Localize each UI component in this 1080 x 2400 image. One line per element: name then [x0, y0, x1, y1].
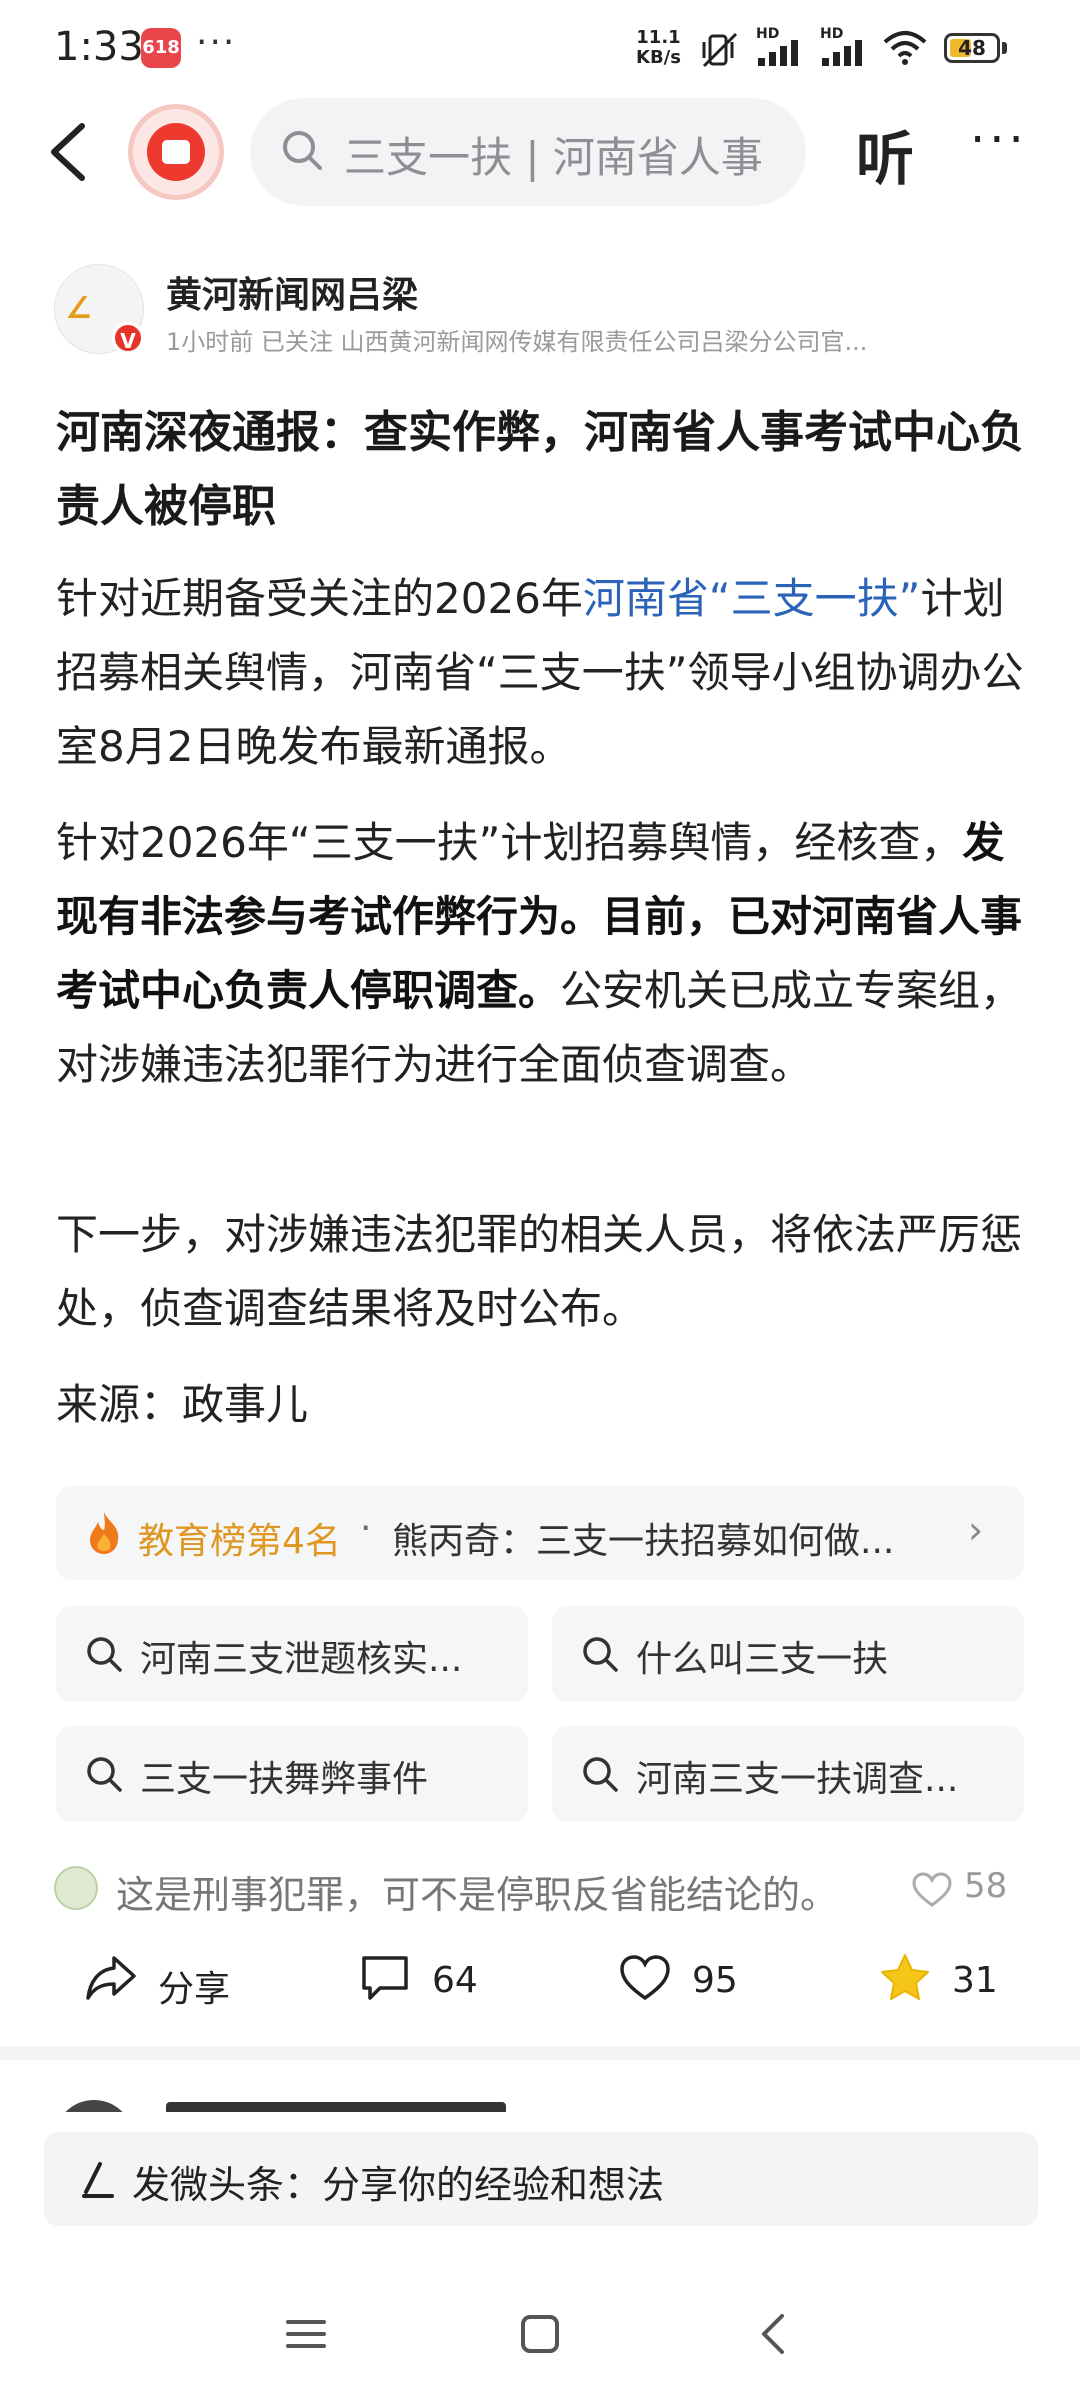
search-icon — [583, 1757, 618, 1792]
menu-icon[interactable] — [282, 2310, 330, 2358]
author-name[interactable]: 黄河新闻网吕梁 — [166, 266, 418, 318]
cellular-signal-icon — [758, 40, 798, 66]
author-meta: 1小时前 已关注 山西黄河新闻网传媒有限责任公司吕梁分公司官... — [166, 328, 868, 356]
like-button[interactable]: 95 — [618, 1952, 738, 2012]
pen-icon — [82, 2162, 114, 2198]
network-speed-unit: KB/s — [636, 47, 681, 68]
article-source: 来源：政事儿 — [56, 1380, 309, 1429]
shopping-app-notification-icon: 618 — [141, 28, 181, 68]
related-search-text: 河南三支一扶调查... — [636, 1759, 959, 1800]
star-icon — [881, 1954, 929, 2000]
wifi-icon — [883, 31, 927, 65]
back-icon[interactable] — [750, 2310, 798, 2358]
article-title: 河南深夜通报：查实作弊，河南省人事考试中心负责人被停职 — [56, 407, 1024, 532]
listen-button[interactable]: 听 — [856, 112, 914, 196]
battery-tip — [1002, 42, 1007, 54]
article-paragraph-1: 针对近期备受关注的2026年河南省“三支一扶”计划招募相关舆情，河南省“三支一扶… — [56, 562, 1026, 784]
back-arrow-icon — [51, 123, 85, 181]
status-bar: 1:33 618 ··· 11.1 KB/s HD HD 48 — [0, 0, 1080, 96]
search-icon — [283, 131, 322, 170]
favorite-button[interactable]: 31 — [878, 1952, 998, 2012]
paragraph-text: 针对2026年“三支一扶”计划招募舆情，经核查， — [56, 818, 963, 867]
signal-2: HD — [820, 26, 862, 66]
composer-placeholder[interactable]: 发微头条：分享你的经验和想法 — [132, 2154, 664, 2209]
red-envelope-icon — [147, 123, 205, 181]
related-search-chip[interactable]: 三支一扶舞弊事件 — [56, 1726, 528, 1822]
section-divider — [0, 2046, 1080, 2060]
share-label: 分享 — [158, 1969, 231, 2010]
author-logo-icon: ∠ — [65, 291, 92, 326]
fire-icon — [90, 1512, 119, 1554]
related-search-text: 河南三支泄题核实... — [140, 1639, 463, 1680]
keyword-link-henan[interactable]: 河南省 — [583, 574, 709, 623]
comment-button[interactable]: 64 — [358, 1952, 478, 2012]
network-speed: 11.1 KB/s — [636, 28, 681, 68]
related-search-chip[interactable]: 河南三支一扶调查... — [552, 1726, 1024, 1822]
status-time: 1:33 — [54, 24, 144, 70]
signal-1: HD — [756, 26, 798, 66]
next-feed-item-peek — [54, 2100, 1034, 2112]
search-query[interactable]: 三支一扶 | 河南省人事 — [344, 124, 764, 185]
search-icon — [87, 1637, 122, 1672]
battery-icon: 48 — [944, 33, 1000, 63]
comment-like-count: 58 — [964, 1866, 1008, 1906]
verified-badge-icon: V — [112, 322, 144, 354]
red-envelope-card — [162, 140, 190, 164]
paragraph-text: 针对近期备受关注的2026年 — [56, 574, 583, 623]
comment-count: 64 — [432, 1960, 478, 2001]
network-speed-value: 11.1 — [636, 27, 681, 48]
more-notifications-icon: ··· — [196, 22, 237, 63]
app-logo[interactable] — [128, 104, 224, 200]
search-icon — [87, 1757, 122, 1792]
comment-icon — [362, 1956, 408, 2000]
heart-icon — [620, 1955, 670, 2001]
related-search-text: 什么叫三支一扶 — [636, 1639, 889, 1680]
commenter-avatar[interactable] — [54, 1866, 98, 1910]
battery-level: 48 — [958, 36, 986, 60]
more-options-button[interactable]: ··· — [970, 112, 1028, 168]
rank-separator: · — [360, 1508, 372, 1549]
related-search-chip[interactable]: 河南三支泄题核实... — [56, 1606, 528, 1702]
rank-related-title: 熊丙奇：三支一扶招募如何做... — [392, 1521, 895, 1562]
related-search-chip[interactable]: 什么叫三支一扶 — [552, 1606, 1024, 1702]
article-paragraph-3: 下一步，对涉嫌违法犯罪的相关人员，将依法严厉惩处，侦查调查结果将及时公布。 — [56, 1210, 1023, 1333]
back-button[interactable] — [40, 112, 100, 192]
chevron-right-icon: › — [968, 1508, 984, 1552]
share-icon — [86, 1956, 136, 2000]
heart-icon[interactable] — [912, 1872, 952, 1908]
rank-label: 教育榜第4名 — [138, 1521, 341, 1562]
home-icon[interactable] — [516, 2310, 564, 2358]
hot-comment-text[interactable]: 这是刑事犯罪，可不是停职反省能结论的。 — [116, 1864, 876, 1919]
search-icon — [583, 1637, 618, 1672]
cellular-signal-icon — [822, 40, 862, 66]
keyword-link-sanzhiyifu[interactable]: “三支一扶” — [709, 574, 921, 623]
share-button[interactable]: 分享 — [84, 1952, 230, 2012]
favorite-count: 31 — [952, 1960, 998, 2001]
related-search-text: 三支一扶舞弊事件 — [140, 1759, 429, 1800]
mute-vibrate-icon — [702, 32, 738, 68]
article-paragraph-2: 针对2026年“三支一扶”计划招募舆情，经核查，发现有非法参与考试作弊行为。目前… — [56, 806, 1026, 1102]
like-count: 95 — [692, 1960, 738, 2001]
